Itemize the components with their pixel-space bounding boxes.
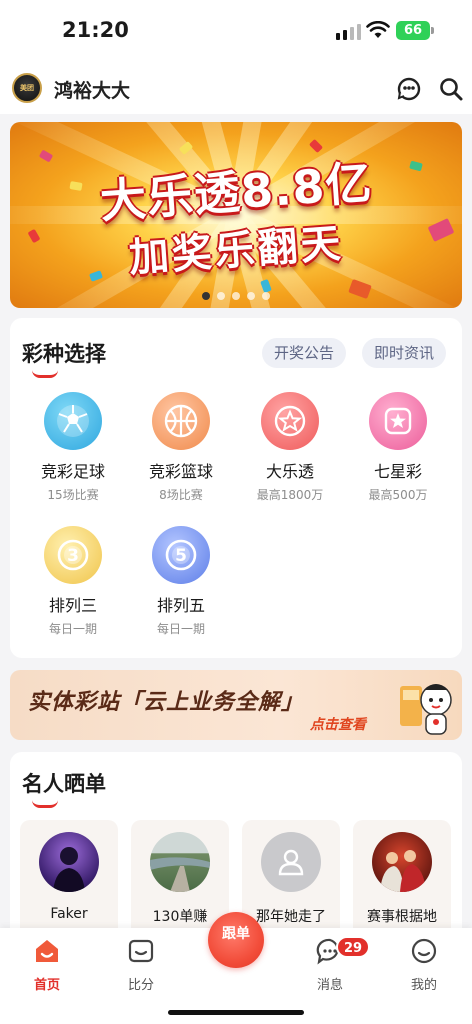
- celebrity-name: 赛事根据地: [367, 909, 437, 925]
- lottery-selection-card: 彩种选择 开奖公告 即时资讯 竞彩足球 15场比赛 竞彩篮球 8场比赛 大乐透 …: [10, 318, 462, 658]
- smile-icon: [411, 938, 437, 964]
- carousel-dot[interactable]: [202, 292, 210, 300]
- carousel-dot[interactable]: [262, 292, 270, 300]
- game-name: 七星彩: [373, 462, 422, 481]
- game-pick-5[interactable]: 5 排列五 每日一期: [126, 526, 236, 637]
- tab-follow-order[interactable]: 跟单: [208, 912, 264, 982]
- game-name: 排列三: [48, 596, 97, 615]
- promo-banner-carousel[interactable]: 大乐透8.8亿 加奖乐翻天: [10, 122, 462, 308]
- status-bar: 21:20 66: [0, 0, 472, 64]
- celebrity-avatar: [372, 832, 432, 892]
- store-promo-banner[interactable]: 实体彩站「云上业务全解」 点击查看: [10, 670, 462, 740]
- promo-view-link[interactable]: 点击查看: [310, 714, 366, 734]
- wifi-icon: [366, 20, 390, 43]
- tab-label: 我的: [410, 978, 437, 993]
- svg-text:3: 3: [67, 546, 79, 566]
- game-pick-3[interactable]: 3 排列三 每日一期: [18, 526, 128, 637]
- mascot-icon: [398, 676, 458, 738]
- customer-service-icon[interactable]: [396, 76, 422, 106]
- search-icon[interactable]: [438, 76, 464, 106]
- section-title-lottery: 彩种选择: [22, 338, 106, 378]
- game-name: 竞彩篮球: [148, 462, 213, 481]
- game-subtitle: 每日一期: [48, 622, 97, 636]
- user-placeholder-icon: [261, 832, 321, 892]
- tab-label: 比分: [127, 978, 154, 993]
- celebrity-avatar: [39, 832, 99, 892]
- scoreboard-icon: [128, 939, 154, 963]
- tab-scores[interactable]: 比分: [105, 936, 177, 993]
- username: 鸿裕大大: [54, 80, 131, 102]
- draw-announcement-button[interactable]: 开奖公告: [262, 338, 347, 368]
- signal-icon: [336, 24, 361, 40]
- avatar-text: 美团: [20, 84, 34, 92]
- section-title-text: 名人晒单: [22, 772, 106, 796]
- svg-text:5: 5: [175, 546, 187, 566]
- instant-news-button[interactable]: 即时资讯: [362, 338, 447, 368]
- celebrity-name: Faker: [50, 906, 88, 922]
- tab-label: 消息: [316, 978, 343, 993]
- game-subtitle: 8场比赛: [159, 488, 203, 502]
- game-subtitle: 最高1800万: [256, 488, 324, 502]
- star-circle-icon: [261, 392, 319, 450]
- tab-home[interactable]: 首页: [11, 936, 83, 993]
- game-subtitle: 每日一期: [156, 622, 205, 636]
- stars-icon: [369, 392, 427, 450]
- battery-indicator: 66: [396, 21, 434, 40]
- carousel-dot[interactable]: [247, 292, 255, 300]
- game-subtitle: 最高500万: [368, 488, 428, 502]
- game-subtitle: 15场比赛: [47, 488, 99, 502]
- message-count-badge: 29: [336, 936, 371, 958]
- avatar[interactable]: 美团: [12, 73, 42, 103]
- app-header: 美团 鸿裕大大: [0, 64, 472, 114]
- number-3-icon: 3: [44, 526, 102, 584]
- promo-title: 实体彩站「云上业务全解」: [28, 690, 305, 715]
- carousel-dots[interactable]: [10, 292, 462, 300]
- tab-label: 首页: [33, 978, 60, 993]
- game-basketball[interactable]: 竞彩篮球 8场比赛: [126, 392, 236, 503]
- basketball-icon: [152, 392, 210, 450]
- section-title-celebrity: 名人晒单: [22, 768, 106, 808]
- carousel-dot[interactable]: [217, 292, 225, 300]
- game-name: 大乐透: [265, 462, 314, 481]
- section-title-text: 彩种选择: [22, 342, 106, 366]
- status-time: 21:20: [62, 18, 129, 42]
- home-icon: [36, 940, 58, 962]
- number-5-icon: 5: [152, 526, 210, 584]
- game-name: 排列五: [156, 596, 205, 615]
- game-name: 竞彩足球: [40, 462, 105, 481]
- follow-order-icon: 跟单: [208, 912, 264, 968]
- celebrity-avatar: [150, 832, 210, 892]
- football-icon: [44, 392, 102, 450]
- carousel-dot[interactable]: [232, 292, 240, 300]
- game-super-lotto[interactable]: 大乐透 最高1800万: [235, 392, 345, 503]
- game-football[interactable]: 竞彩足球 15场比赛: [18, 392, 128, 503]
- home-indicator: [168, 1010, 304, 1015]
- game-seven-star[interactable]: 七星彩 最高500万: [343, 392, 453, 503]
- tab-label: 跟单: [222, 926, 250, 942]
- tab-profile[interactable]: 我的: [388, 936, 460, 993]
